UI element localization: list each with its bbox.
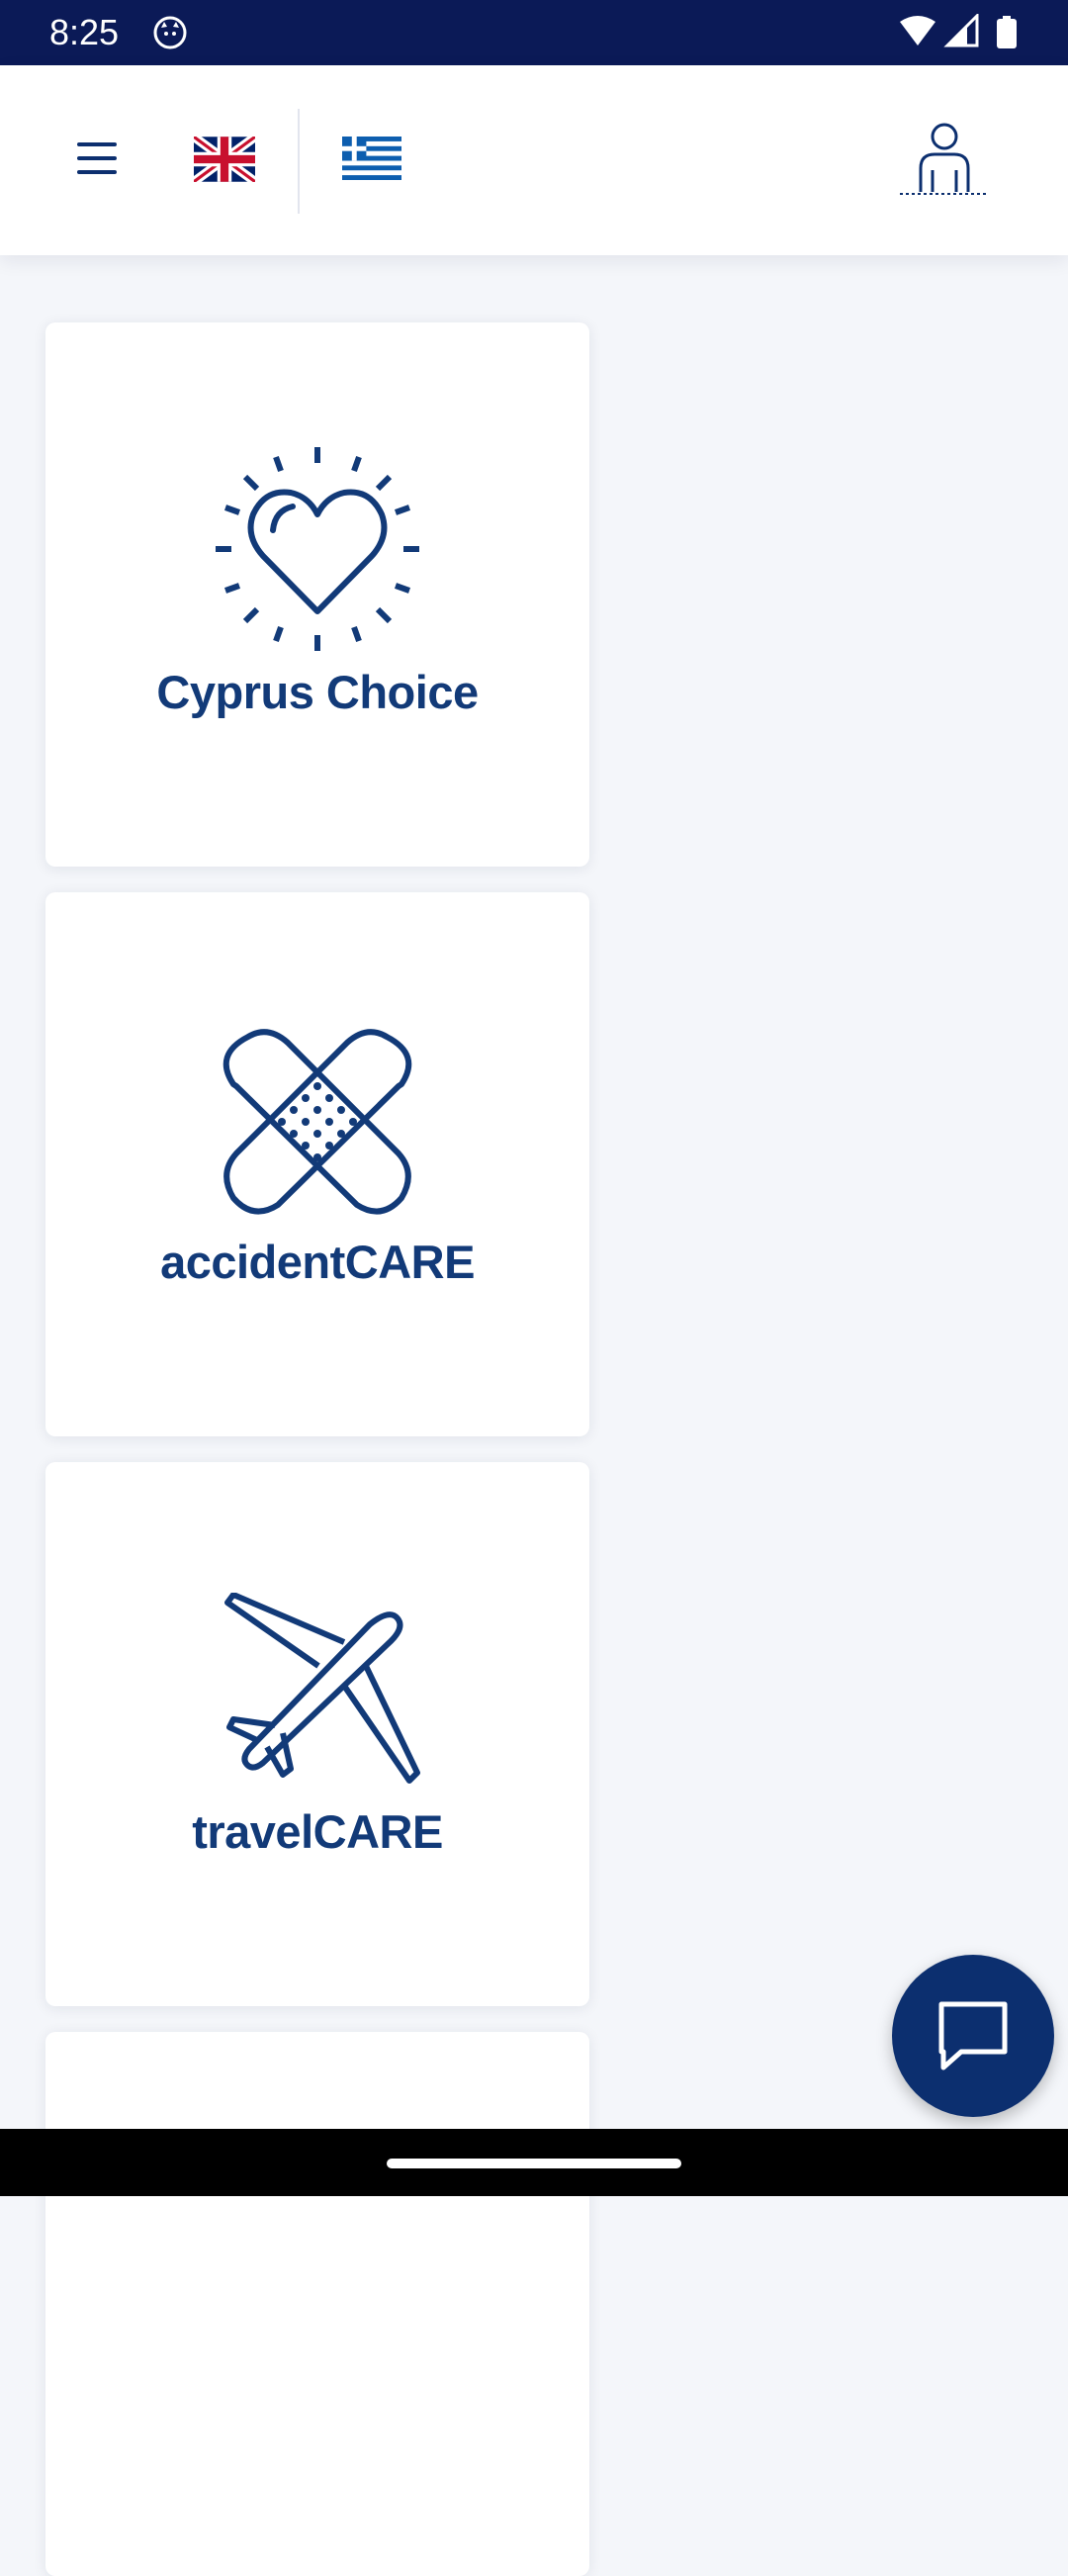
home-gesture-handle[interactable] xyxy=(387,2159,681,2168)
bandage-icon xyxy=(222,1029,412,1215)
chat-icon xyxy=(938,2001,1008,2070)
wifi-icon xyxy=(900,16,935,46)
uk-flag-icon[interactable] xyxy=(194,137,255,182)
product-card-partial[interactable] xyxy=(45,2032,589,2576)
product-title: travelCARE xyxy=(192,1805,443,1858)
status-bar: 8:25 xyxy=(0,0,1068,65)
airplane-icon xyxy=(224,1593,420,1784)
product-card-accidentcare[interactable]: accidentCARE xyxy=(45,892,589,1436)
product-title: accidentCARE xyxy=(160,1236,475,1288)
status-icons xyxy=(900,14,1017,48)
heart-icon xyxy=(216,447,419,651)
system-nav-bar xyxy=(0,2129,1068,2196)
chat-button[interactable] xyxy=(892,1955,1054,2117)
product-card-cyprus-choice[interactable]: Cyprus Choice xyxy=(45,322,589,867)
signal-icon xyxy=(943,14,979,47)
greek-flag-icon[interactable] xyxy=(342,137,401,180)
status-time: 8:25 xyxy=(49,12,120,52)
cat-notification-icon xyxy=(153,16,187,49)
battery-icon xyxy=(997,16,1017,48)
app-header xyxy=(0,65,1068,255)
product-card-travelcare[interactable]: travelCARE xyxy=(45,1462,589,2006)
menu-icon[interactable] xyxy=(77,140,119,176)
header-divider xyxy=(298,109,300,214)
product-title: Cyprus Choice xyxy=(156,666,479,718)
profile-icon[interactable] xyxy=(898,121,991,206)
